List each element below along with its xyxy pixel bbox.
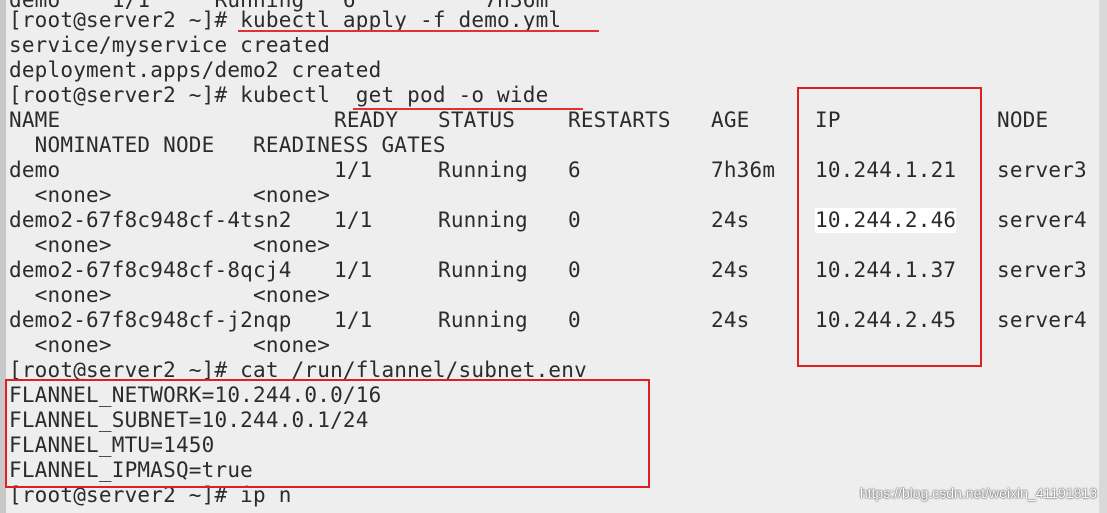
pod-age: 7h36m	[711, 158, 776, 182]
pod-status: Running	[438, 308, 528, 332]
col-header-status: STATUS	[438, 108, 516, 132]
pod-status: Running	[438, 158, 528, 182]
output-deployment-created: deployment.apps/demo2 created	[9, 58, 382, 82]
terminal-window[interactable]: demo 1/1 Running 6 7h36m [root@server2 ~…	[0, 0, 1107, 513]
col-header-node: NODE	[997, 108, 1049, 132]
table-row-wrapped: <none> <none>	[9, 283, 331, 307]
pod-restarts: 6	[568, 158, 581, 182]
scrollbar[interactable]	[1099, 0, 1107, 513]
pod-ready: 1/1	[334, 258, 373, 282]
pod-age: 24s	[711, 308, 750, 332]
watermark: https://blog.csdn.net/weixin_41191813	[859, 485, 1097, 501]
pod-ready: 1/1	[334, 208, 373, 232]
pod-name: demo	[9, 158, 61, 182]
pod-name: demo2-67f8c948cf-8qcj4	[9, 258, 292, 282]
pod-node: server3	[997, 158, 1087, 182]
pod-restarts: 0	[568, 258, 581, 282]
pod-name: demo2-67f8c948cf-4tsn2	[9, 208, 292, 232]
col-header-age: AGE	[711, 108, 750, 132]
annotation-underline-get-pod	[353, 108, 583, 110]
pod-status: Running	[438, 258, 528, 282]
table-row-wrapped: <none> <none>	[9, 233, 331, 257]
table-header-wrapped: NOMINATED NODE READINESS GATES	[9, 133, 446, 157]
pod-node: server3	[997, 258, 1087, 282]
pod-node: server4	[997, 308, 1087, 332]
pod-age: 24s	[711, 208, 750, 232]
pod-ready: 1/1	[334, 308, 373, 332]
pod-node: server4	[997, 208, 1087, 232]
col-header-restarts: RESTARTS	[568, 108, 671, 132]
annotation-underline-apply	[238, 30, 599, 32]
pod-restarts: 0	[568, 308, 581, 332]
col-header-ready: READY	[334, 108, 399, 132]
pod-status: Running	[438, 208, 528, 232]
annotation-box-flannel-env	[5, 379, 650, 488]
table-row-wrapped: <none> <none>	[9, 183, 331, 207]
col-header-name: NAME	[9, 108, 61, 132]
output-service-created: service/myservice created	[9, 33, 331, 57]
pod-ready: 1/1	[334, 158, 373, 182]
pod-restarts: 0	[568, 208, 581, 232]
pod-name: demo2-67f8c948cf-j2nqp	[9, 308, 292, 332]
table-row-wrapped: <none> <none>	[9, 333, 331, 357]
command-get-pod: [root@server2 ~]# kubectl get pod -o wid…	[9, 83, 549, 107]
annotation-box-ip-column	[797, 87, 982, 367]
pod-age: 24s	[711, 258, 750, 282]
